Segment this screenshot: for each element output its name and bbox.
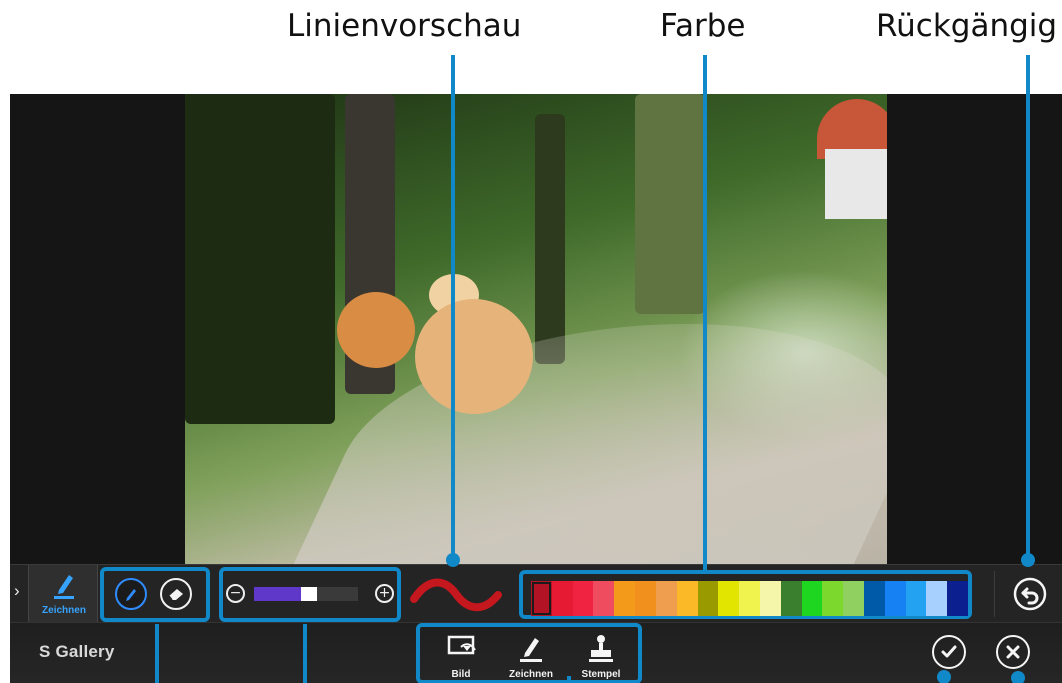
callout-line-preview-label: Linienvorschau bbox=[287, 8, 522, 44]
image-frame-icon bbox=[447, 635, 476, 655]
color-swatch[interactable] bbox=[759, 581, 781, 616]
drawing-toolbar: › Zeichnen − + bbox=[10, 564, 1062, 623]
callout-undo-dot bbox=[1021, 553, 1035, 567]
minus-circle-icon[interactable]: − bbox=[226, 584, 245, 603]
color-swatch[interactable] bbox=[572, 581, 594, 616]
color-swatch[interactable] bbox=[739, 581, 760, 616]
pen-draw-icon bbox=[520, 638, 542, 662]
color-palette bbox=[531, 581, 969, 616]
callout-ok-dot bbox=[937, 670, 951, 683]
ok-button[interactable] bbox=[932, 635, 966, 669]
check-icon bbox=[941, 645, 957, 658]
plus-circle-icon[interactable]: + bbox=[375, 584, 394, 603]
color-palette-highlight bbox=[519, 570, 972, 619]
color-swatch[interactable] bbox=[843, 581, 864, 616]
close-icon bbox=[1006, 645, 1020, 659]
color-swatch[interactable] bbox=[947, 581, 969, 616]
undo-divider bbox=[994, 571, 995, 617]
color-swatch[interactable] bbox=[531, 581, 552, 616]
tree-trunk-shape bbox=[535, 114, 565, 364]
tab-zeichnen-label: Zeichnen bbox=[42, 605, 86, 616]
dog-head-shape bbox=[337, 292, 415, 368]
color-swatch[interactable] bbox=[801, 581, 823, 616]
undo-icon[interactable] bbox=[1012, 576, 1048, 612]
bottom-bar: S Gallery Bild Zeichnen Stempel bbox=[10, 622, 1062, 683]
eraser-icon bbox=[168, 589, 183, 601]
callout-color-label: Farbe bbox=[660, 8, 746, 44]
callout-cancel-dot bbox=[1011, 671, 1025, 683]
callout-undo-pointer bbox=[1026, 55, 1030, 560]
color-swatch[interactable] bbox=[926, 581, 948, 616]
callout-line-preview-dot bbox=[446, 553, 460, 567]
pen-size-track[interactable] bbox=[254, 587, 358, 601]
color-swatch[interactable] bbox=[593, 581, 615, 616]
callout-pen-size-pointer bbox=[303, 624, 307, 683]
color-swatch[interactable] bbox=[614, 581, 636, 616]
line-preview bbox=[410, 578, 502, 612]
photo-canvas[interactable] bbox=[185, 94, 887, 564]
color-swatch[interactable] bbox=[655, 581, 677, 616]
color-swatch[interactable] bbox=[905, 581, 927, 616]
callout-undo-label: Rückgängig bbox=[876, 8, 1058, 44]
pen-size-slider[interactable]: − + bbox=[224, 577, 396, 611]
stamp-icon bbox=[589, 635, 613, 662]
mode-stempel[interactable]: Stempel bbox=[566, 631, 636, 683]
color-swatch[interactable] bbox=[718, 581, 740, 616]
mode-zeichnen-label: Zeichnen bbox=[509, 669, 553, 680]
eraser-tool-button[interactable] bbox=[160, 578, 192, 610]
mode-stempel-label: Stempel bbox=[581, 669, 621, 680]
color-swatch[interactable] bbox=[884, 581, 906, 616]
pen-size-handle[interactable] bbox=[301, 587, 317, 601]
chevron-right-icon[interactable]: › bbox=[14, 581, 20, 601]
mode-zeichnen[interactable]: Zeichnen bbox=[496, 631, 566, 683]
cancel-button[interactable] bbox=[996, 635, 1030, 669]
mode-switcher-highlight: Bild Zeichnen Stempel bbox=[416, 623, 642, 683]
pen-size-fill bbox=[254, 587, 301, 601]
callout-line-preview-pointer bbox=[451, 55, 455, 559]
pen-icon bbox=[126, 589, 136, 601]
color-swatch[interactable] bbox=[697, 581, 719, 616]
color-swatch[interactable] bbox=[780, 581, 802, 616]
color-swatch[interactable] bbox=[864, 581, 885, 616]
mode-bild-label: Bild bbox=[451, 669, 471, 680]
callout-tool-selector-pointer bbox=[155, 624, 159, 683]
callout-mode-pointer bbox=[567, 676, 571, 683]
color-swatch[interactable] bbox=[676, 581, 698, 616]
callout-color-pointer bbox=[703, 55, 707, 570]
color-swatch[interactable] bbox=[551, 581, 573, 616]
foliage-shape bbox=[635, 94, 705, 314]
pen-tool-button[interactable] bbox=[115, 578, 147, 610]
color-swatch[interactable] bbox=[635, 581, 656, 616]
tree-shape bbox=[185, 94, 335, 424]
pen-draw-icon bbox=[54, 575, 74, 599]
tab-zeichnen[interactable]: Zeichnen bbox=[28, 565, 98, 623]
color-swatch[interactable] bbox=[822, 581, 844, 616]
app-screen: › Zeichnen − + S Gallery Bild Zeichnen S… bbox=[10, 94, 1062, 683]
building-shape bbox=[825, 149, 887, 219]
dog-body-shape bbox=[415, 299, 533, 414]
app-name: S Gallery bbox=[39, 642, 115, 661]
mode-bild[interactable]: Bild bbox=[426, 631, 496, 683]
